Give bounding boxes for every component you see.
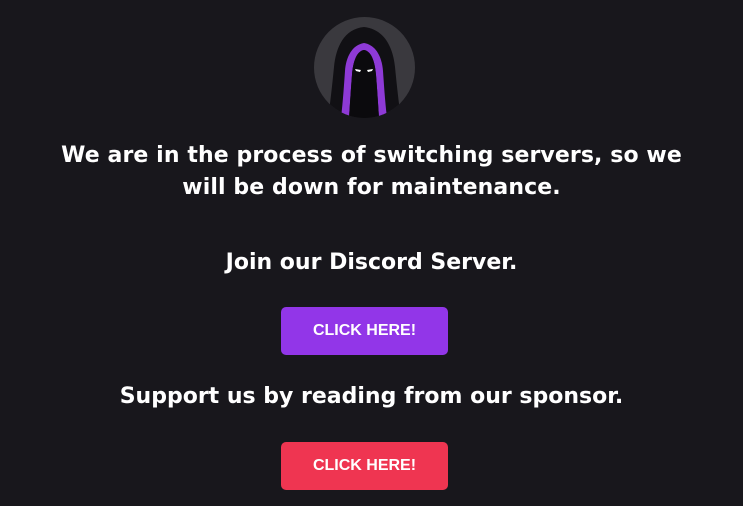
- discord-click-here-button[interactable]: CLICK HERE!: [281, 307, 448, 355]
- discord-invite-text: Join our Discord Server.: [225, 250, 518, 275]
- sponsor-support-text: Support us by reading from our sponsor.: [119, 384, 624, 409]
- maintenance-message: We are in the process of switching serve…: [0, 140, 743, 204]
- hooded-figure-icon: [314, 17, 415, 118]
- maintenance-page: We are in the process of switching serve…: [0, 0, 743, 506]
- maintenance-message-line-1: We are in the process of switching serve…: [61, 143, 682, 168]
- sponsor-click-here-button[interactable]: CLICK HERE!: [281, 442, 448, 490]
- maintenance-message-line-2: will be down for maintenance.: [182, 175, 561, 200]
